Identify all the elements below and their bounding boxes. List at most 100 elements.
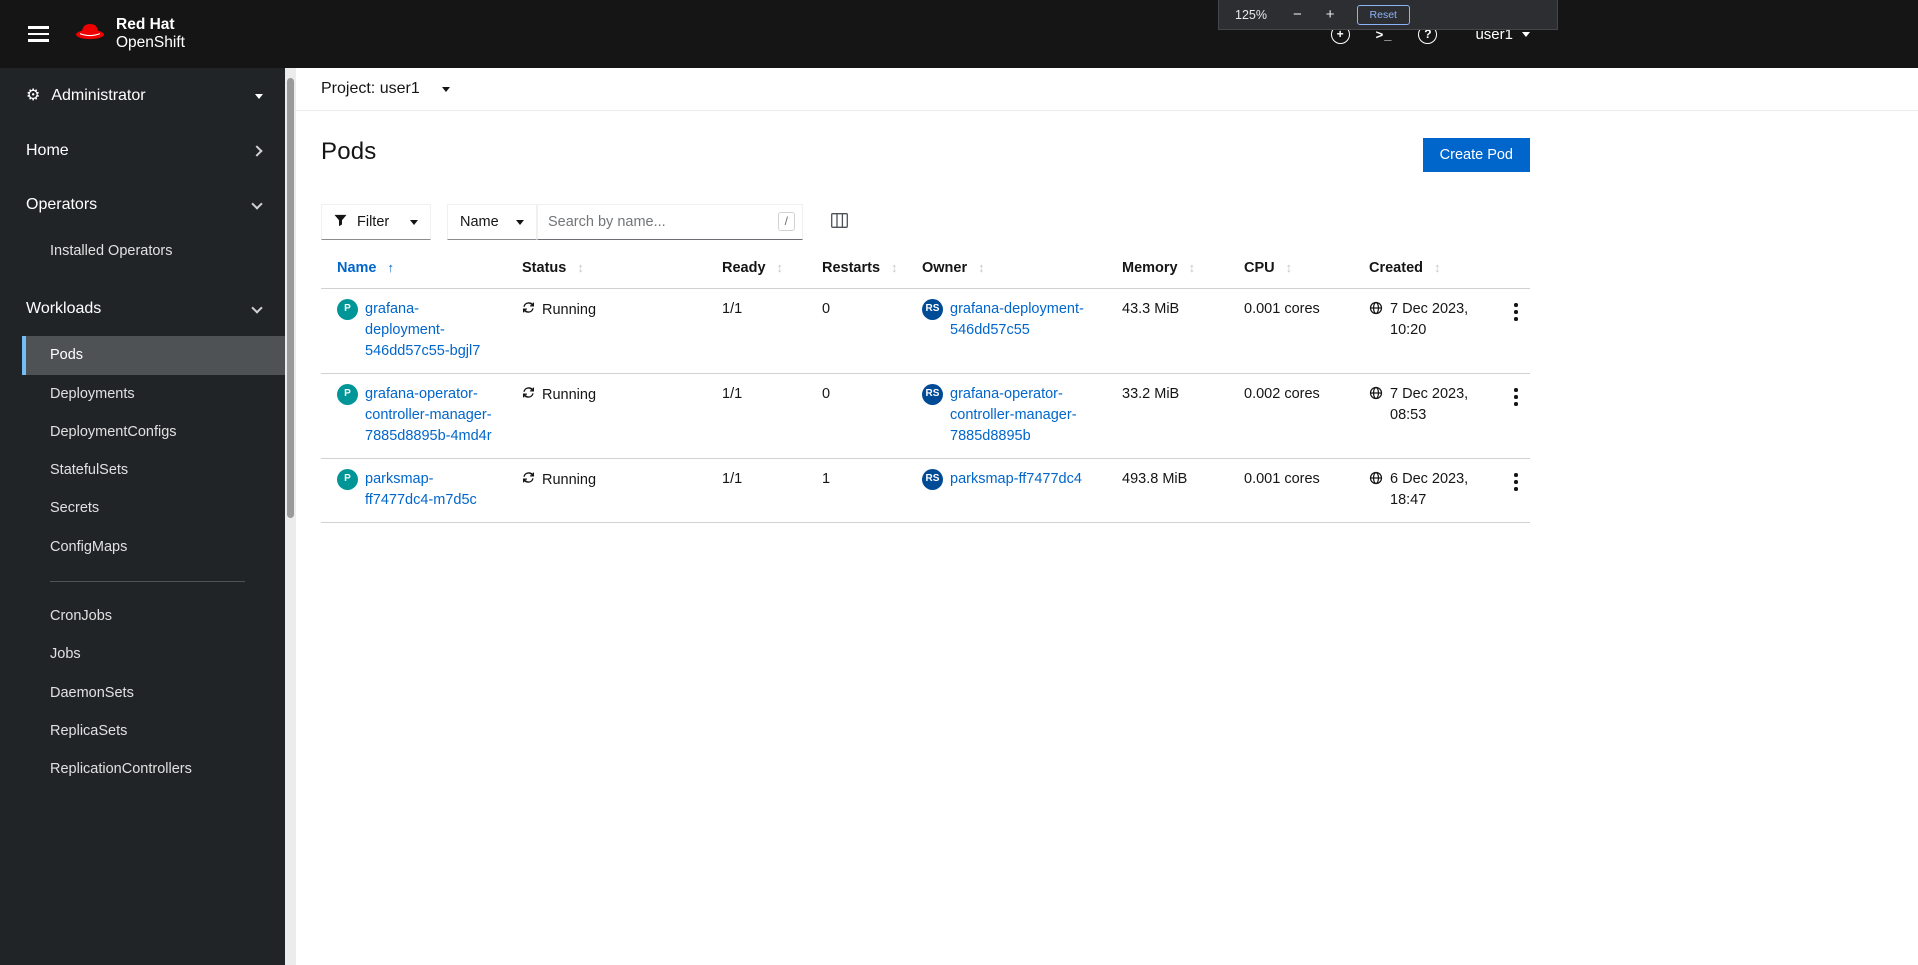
column-header-status[interactable]: Status ↕ — [506, 254, 706, 289]
sidebar-item-cronjobs[interactable]: CronJobs — [22, 597, 285, 635]
pod-name-link[interactable]: grafana-operator-controller-manager-7885… — [365, 384, 496, 447]
column-header-cpu[interactable]: CPU ↕ — [1228, 254, 1353, 289]
column-label: Owner — [922, 260, 968, 276]
sort-icon: ↕ — [776, 260, 784, 275]
column-header-created[interactable]: Created ↕ — [1353, 254, 1488, 289]
actions-cell — [1488, 288, 1530, 375]
caret-down-icon — [1522, 31, 1530, 37]
nav-sub-list: Installed Operators — [0, 232, 285, 282]
perspective-switcher[interactable]: ⚙ Administrator — [0, 68, 285, 124]
manage-columns-button[interactable] — [831, 213, 848, 231]
red-hat-fedora-icon — [74, 20, 106, 48]
search-attribute-dropdown[interactable]: Name — [447, 204, 537, 240]
replicaset-badge: RS — [922, 469, 943, 491]
created-value: 6 Dec 2023, 18:47 — [1390, 471, 1469, 509]
sidebar-item-deploymentconfigs[interactable]: DeploymentConfigs — [22, 413, 285, 451]
sidebar-item-statefulsets[interactable]: StatefulSets — [22, 451, 285, 489]
search-input[interactable] — [537, 204, 803, 240]
kebab-menu-button[interactable] — [1506, 469, 1526, 495]
column-label: Memory — [1122, 260, 1178, 276]
search-field-wrap: / — [537, 204, 803, 240]
ready-value: 1/1 — [706, 458, 806, 524]
nav-group: Operators Installed Operators — [0, 178, 285, 282]
nav-toggle-button[interactable] — [16, 12, 60, 56]
column-header-memory[interactable]: Memory ↕ — [1106, 254, 1228, 289]
sidebar-item-daemonsets[interactable]: DaemonSets — [22, 674, 285, 712]
sidebar-item-replicasets[interactable]: ReplicaSets — [22, 712, 285, 750]
brand-logo[interactable]: Red Hat OpenShift — [74, 16, 185, 53]
nav-group-operators[interactable]: Operators — [0, 178, 285, 232]
nav-group-label: Home — [26, 142, 69, 159]
sidebar-item-jobs[interactable]: Jobs — [22, 635, 285, 673]
column-label: Status — [522, 260, 567, 276]
status-cell: Running — [506, 373, 706, 460]
page-title: Pods — [321, 138, 377, 165]
create-pod-button[interactable]: Create Pod — [1422, 138, 1530, 172]
masthead: Red Hat OpenShift 125% − + Reset + >_ ? … — [0, 0, 1918, 68]
pod-badge: P — [337, 384, 358, 406]
caret-down-icon[interactable] — [441, 86, 450, 92]
gear-icon: ⚙ — [26, 87, 41, 104]
name-cell: P parksmap-ff7477dc4-m7d5c — [321, 458, 506, 524]
column-header-restarts[interactable]: Restarts ↕ — [806, 254, 906, 289]
owner-link[interactable]: grafana-deployment-546dd57c55 — [950, 299, 1096, 341]
sort-ascending-icon: ↑ — [387, 260, 395, 275]
created-cell: 6 Dec 2023, 18:47 — [1353, 458, 1488, 524]
created-value: 7 Dec 2023, 08:53 — [1390, 386, 1469, 424]
app-root: Red Hat OpenShift 125% − + Reset + >_ ? … — [0, 0, 1918, 965]
column-header-name[interactable]: Name ↑ — [321, 254, 506, 289]
nav-group-workloads[interactable]: Workloads — [0, 282, 285, 336]
sidebar-scrollbar-thumb[interactable] — [287, 78, 294, 518]
sidebar-item-secrets[interactable]: Secrets — [22, 489, 285, 527]
zoom-out-button[interactable]: − — [1291, 7, 1304, 22]
pod-name-link[interactable]: parksmap-ff7477dc4-m7d5c — [365, 469, 496, 511]
search-attribute-label: Name — [460, 214, 499, 230]
nav-group: Workloads Pods Deployments DeploymentConfig… — [0, 282, 285, 800]
status-text: Running — [542, 471, 597, 488]
hamburger-icon — [27, 26, 49, 42]
nav-group-home[interactable]: Home — [0, 124, 285, 178]
owner-link[interactable]: grafana-operator-controller-manager-7885… — [950, 384, 1096, 447]
filter-dropdown-label: Filter — [357, 214, 390, 230]
column-header-owner[interactable]: Owner ↕ — [906, 254, 1106, 289]
filter-dropdown[interactable]: Filter — [321, 204, 431, 240]
status-text: Running — [542, 301, 597, 318]
cpu-value: 0.002 cores — [1228, 373, 1353, 460]
zoom-in-button[interactable]: + — [1324, 7, 1337, 22]
column-label: CPU — [1244, 260, 1275, 276]
chevron-down-icon — [251, 302, 263, 314]
ready-value: 1/1 — [706, 288, 806, 375]
restarts-value: 0 — [806, 373, 906, 460]
ready-value: 1/1 — [706, 373, 806, 460]
owner-link[interactable]: parksmap-ff7477dc4 — [950, 469, 1082, 490]
name-cell: P grafana-deployment-546dd57c55-bgjl7 — [321, 288, 506, 375]
zoom-reset-button[interactable]: Reset — [1356, 4, 1410, 25]
sidebar-item-installed operators[interactable]: Installed Operators — [22, 232, 285, 270]
table-row: P grafana-deployment-546dd57c55-bgjl7 Ru… — [321, 288, 1530, 375]
actions-cell — [1488, 373, 1530, 460]
caret-down-icon — [516, 219, 524, 225]
kebab-menu-button[interactable] — [1506, 384, 1526, 410]
main-content: Project: user1 Pods Create Pod Filter Na… — [296, 68, 1918, 965]
brand-openshift: OpenShift — [116, 34, 185, 51]
column-header-ready[interactable]: Ready ↕ — [706, 254, 806, 289]
sidebar-item-deployments[interactable]: Deployments — [22, 375, 285, 413]
kebab-menu-button[interactable] — [1506, 299, 1526, 325]
column-header-actions — [1488, 254, 1530, 289]
project-selector-label[interactable]: Project: user1 — [321, 80, 420, 98]
created-value: 7 Dec 2023, 10:20 — [1390, 301, 1469, 339]
sidebar-item-pods[interactable]: Pods — [22, 336, 285, 375]
sort-icon: ↕ — [978, 260, 985, 275]
sidebar-item-configmaps[interactable]: ConfigMaps — [22, 528, 285, 566]
created-cell: 7 Dec 2023, 10:20 — [1353, 288, 1488, 375]
pod-name-link[interactable]: grafana-deployment-546dd57c55-bgjl7 — [365, 299, 496, 362]
sidebar: ⚙ Administrator Home Operators Installed O… — [0, 68, 296, 965]
project-bar: Project: user1 — [296, 68, 1918, 111]
sidebar-scrollbar-track — [285, 68, 296, 965]
pods-table: Name ↑ Status ↕ Ready ↕ Restarts ↕ Owner ↕ Memory ↕… — [321, 254, 1530, 524]
zoom-level: 125% — [1235, 7, 1267, 22]
table-row: P grafana-operator-controller-manager-78… — [321, 373, 1530, 460]
sidebar-item-replicationcontrollers[interactable]: ReplicationControllers — [22, 750, 285, 788]
globe-timestamp-icon — [1369, 301, 1383, 322]
nav-sub-list: Pods Deployments DeploymentConfigs Stateful… — [0, 336, 285, 800]
